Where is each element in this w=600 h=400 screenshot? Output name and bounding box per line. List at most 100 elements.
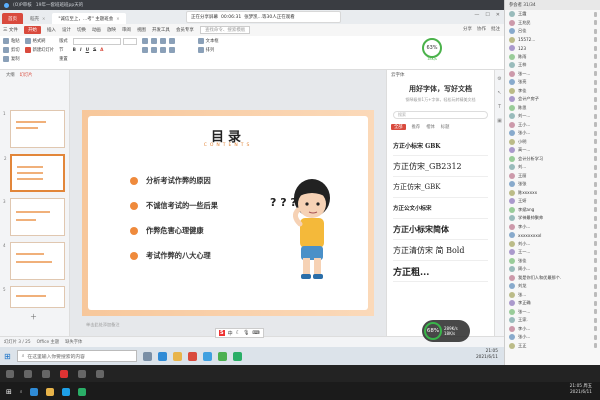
arrange-button[interactable]: 排列 [197,47,219,53]
collaborate-button[interactable]: 协作 [477,26,486,32]
menu-vip[interactable]: 会员专享 [176,27,194,33]
share-button[interactable]: 分享 [463,26,472,32]
settings-icon[interactable]: ⚙ [497,76,501,82]
participant-item[interactable]: 陈思 [505,104,600,113]
tab-heading[interactable]: 标题 [441,124,450,130]
font-family-select[interactable] [72,38,121,45]
missing-font-indicator[interactable]: 缺失字体 [65,339,82,345]
font-item[interactable]: 方正公文小标宋 [393,198,488,219]
tab-all[interactable]: 全部 [391,124,406,130]
menu-animation[interactable]: 动画 [92,27,101,33]
participant-item[interactable]: 李正确 [505,299,600,308]
participant-item[interactable]: 王梓 [505,61,600,70]
participant-item[interactable]: 李小... [505,325,600,334]
search-icon[interactable]: ⌕ [20,389,23,395]
font-item[interactable]: 方正小标宋 GBK [393,135,488,156]
slide-thumbnail[interactable]: 3 [3,198,65,236]
participant-item[interactable]: 周小... [505,265,600,274]
keyboard-icon[interactable]: ⌨ [252,330,259,336]
moon-icon[interactable]: ☾ [236,330,240,336]
participant-item[interactable]: 王丽 [505,172,600,181]
tab-slides[interactable]: 幻灯片 [20,72,33,78]
participant-item[interactable]: 15572... [505,36,600,45]
font-item[interactable]: 方正仿宋_GBK [393,177,488,198]
participant-item[interactable]: 吕佳 [505,27,600,36]
stop-share-icon[interactable] [60,369,68,378]
menu-view[interactable]: 视图 [137,27,146,33]
participant-item[interactable]: 王一... [505,248,600,257]
format-painter-button[interactable]: 格式刷 [24,38,54,44]
justify-icon[interactable] [168,47,175,53]
new-slide-button[interactable]: 新建幻灯片 [24,47,54,53]
participant-item[interactable]: 刘小... [505,240,600,249]
meeting-icon[interactable] [202,351,212,361]
windows-start-icon[interactable]: ⊞ [4,352,11,361]
qq-icon[interactable] [62,388,71,396]
participant-item[interactable]: xxxxxxxxxl [505,231,600,240]
participant-item[interactable]: 刘龙 [505,282,600,291]
participant-item[interactable]: 王正 [505,342,600,351]
maximize-icon[interactable]: ☐ [485,12,489,18]
ime-language[interactable]: 中 [228,330,233,337]
align-center-icon[interactable] [150,47,157,53]
wechat-icon[interactable] [78,388,87,396]
participant-item[interactable]: 张佳 [505,257,600,266]
participant-item[interactable]: 张小... [505,129,600,138]
tab-recommend[interactable]: 推荐 [412,124,421,130]
menu-transition[interactable]: 切换 [77,27,86,33]
participant-item[interactable]: 王兆民 [505,19,600,28]
participant-item[interactable]: 刘一... [505,112,600,121]
image-icon[interactable]: ▣ [497,118,502,124]
align-right-icon[interactable] [159,47,166,53]
screen-icon[interactable] [24,369,32,378]
participant-item[interactable]: 我是你们人和优最那个. [505,274,600,283]
participant-item[interactable]: 张一... [505,308,600,317]
close-icon[interactable]: ✕ [42,16,45,21]
command-search-input[interactable]: 查找命令、搜索模板 [199,26,251,34]
add-slide-icon[interactable]: ＋ [30,312,37,322]
tab-document[interactable]: "诚信至上，...考" 主题班会 ✕ [52,13,126,24]
participant-item[interactable]: 张小... [505,333,600,342]
menu-start[interactable]: 开始 [23,26,41,34]
participant-item[interactable]: 陈雨 [505,53,600,62]
tab-docer[interactable]: 稻壳 ✕ [24,13,51,24]
copy-button[interactable]: 复制 [3,56,20,62]
menu-file[interactable]: 三 文件 [3,27,18,33]
font-search-input[interactable]: 搜索 [393,111,488,119]
mic-icon[interactable]: 🎙 [243,330,249,336]
italic-icon[interactable]: I [80,48,82,53]
participant-item[interactable]: 学神最帅聚帅 [505,214,600,223]
tab-kai[interactable]: 楷体 [426,124,435,130]
participant-item[interactable]: 123 [505,44,600,53]
bullet-list-icon[interactable] [141,38,148,44]
member-icon[interactable] [96,369,104,378]
participant-item[interactable]: 李佳 [505,87,600,96]
explorer-icon[interactable] [46,388,55,396]
camera-icon[interactable] [6,369,14,378]
cut-button[interactable]: 剪切 [3,47,20,53]
participant-item[interactable]: 会计产房子 [505,95,600,104]
participant-item[interactable]: 刘... [505,163,600,172]
participant-item[interactable]: 王霞 [505,10,600,19]
font-item[interactable]: 方正粗... [393,261,488,282]
strikethrough-icon[interactable]: S [93,48,96,53]
windows-start-icon[interactable]: ⊞ [6,388,12,396]
slide[interactable]: 目录 CONTENTS 分析考试作弊的原因 不诚信考试的一些后果 作弊危害心理健… [82,110,374,316]
participant-item[interactable]: 张... [505,291,600,300]
close-icon[interactable]: ✕ [116,16,119,21]
close-window-icon[interactable]: ✕ [496,12,500,18]
font-item[interactable]: 方正小标宋简体 [393,219,488,240]
task-view-icon[interactable] [142,351,152,361]
menu-review[interactable]: 审阅 [122,27,131,33]
slide-thumbnail[interactable]: 2 [4,154,65,192]
reset-button[interactable]: 重置 [59,56,68,62]
section-button[interactable]: 节 [59,47,68,53]
paste-button[interactable]: 粘贴 [3,38,20,44]
slide-thumbnail[interactable]: 4 [3,242,65,280]
slide-thumbnail[interactable]: 1 [3,110,65,148]
align-left-icon[interactable] [141,47,148,53]
menu-developer[interactable]: 开发工具 [152,27,170,33]
participant-item[interactable]: 王小... [505,121,600,130]
participant-item[interactable]: 王妍 [505,197,600,206]
wechat-icon[interactable] [232,351,242,361]
